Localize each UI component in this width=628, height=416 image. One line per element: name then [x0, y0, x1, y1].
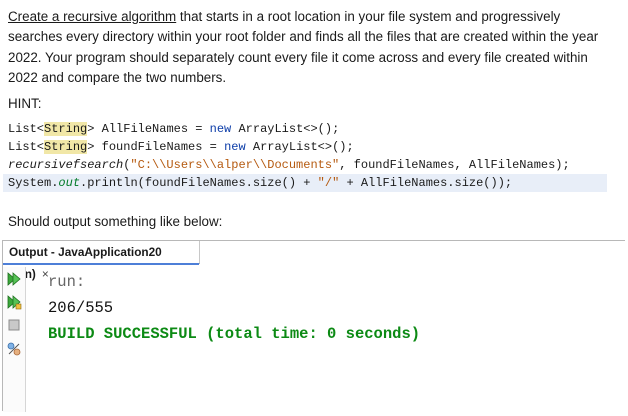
code-line-3: recursivefsearch("C:\\Users\\alper\\Docu…: [8, 158, 570, 172]
assignment-link[interactable]: Create a recursive algorithm: [8, 9, 176, 24]
rerun-icon[interactable]: [6, 271, 22, 287]
code-line-4: System.out.println(foundFileNames.size()…: [3, 174, 607, 192]
code-line-1: List<String> AllFileNames = new ArrayLis…: [8, 122, 340, 136]
stop-icon[interactable]: [6, 317, 22, 333]
output-panel: Output - JavaApplication20 (run)× run: 2…: [2, 240, 625, 412]
hint-label: HINT:: [8, 96, 42, 111]
code-line-2: List<String> foundFileNames = new ArrayL…: [8, 140, 354, 154]
active-tab-indicator: [3, 263, 199, 265]
assignment-text: Create a recursive algorithm that starts…: [8, 7, 618, 89]
output-toolbar: [3, 267, 26, 412]
settings-icon[interactable]: [6, 341, 22, 357]
console-run-line: run:: [48, 273, 86, 291]
output-tab[interactable]: Output - JavaApplication20 (run)×: [3, 241, 200, 281]
console-output: run: 206/555 BUILD SUCCESSFUL (total tim…: [48, 269, 420, 347]
rerun-with-arguments-icon[interactable]: [6, 294, 22, 310]
expected-output-label: Should output something like below:: [8, 214, 223, 229]
console-build-line: BUILD SUCCESSFUL (total time: 0 seconds): [48, 325, 421, 343]
code-snippet: List<String> AllFileNames = new ArrayLis…: [3, 120, 607, 192]
console-result-line: 206/555: [48, 299, 114, 317]
